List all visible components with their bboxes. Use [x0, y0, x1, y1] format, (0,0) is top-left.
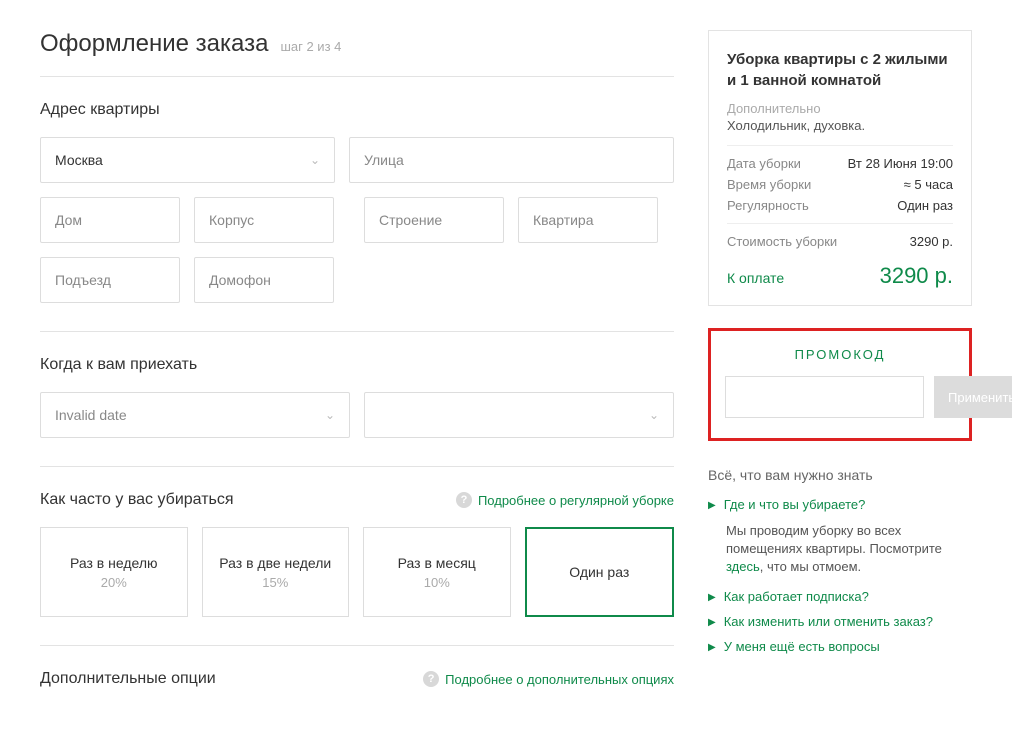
faq-q2[interactable]: Как работает подписка? — [724, 589, 869, 604]
help-icon: ? — [423, 671, 439, 687]
order-summary: Уборка квартиры с 2 жилыми и 1 ванной ко… — [708, 30, 972, 306]
caret-right-icon: ▶ — [708, 642, 716, 653]
summary-row-duration: Время уборки≈ 5 часа — [727, 177, 953, 192]
summary-row-cost: Стоимость уборки3290 р. — [727, 234, 953, 249]
faq-q4[interactable]: У меня ещё есть вопросы — [724, 639, 880, 654]
faq-title: Всё, что вам нужно знать — [708, 467, 972, 483]
summary-extra: Холодильник, духовка. — [727, 118, 953, 133]
street-input[interactable] — [349, 137, 674, 183]
divider — [40, 645, 674, 646]
freq-option-monthly[interactable]: Раз в месяц 10% — [363, 527, 511, 617]
chevron-down-icon: ⌄ — [649, 408, 659, 422]
extras-title: Дополнительные опции — [40, 670, 216, 688]
freq-option-biweekly[interactable]: Раз в две недели 15% — [202, 527, 350, 617]
stroenie-input[interactable] — [364, 197, 504, 243]
korpus-input[interactable] — [194, 197, 334, 243]
date-select[interactable]: Invalid date ⌄ — [40, 392, 350, 438]
time-select[interactable]: ⌄ — [364, 392, 674, 438]
summary-title: Уборка квартиры с 2 жилыми и 1 ванной ко… — [727, 49, 953, 91]
divider — [727, 223, 953, 224]
domofon-input[interactable] — [194, 257, 334, 303]
freq-help-link[interactable]: ? Подробнее о регулярной уборке — [456, 492, 674, 508]
faq-q3[interactable]: Как изменить или отменить заказ? — [724, 614, 933, 629]
summary-sub: Дополнительно — [727, 101, 953, 116]
divider — [40, 76, 674, 77]
summary-row-date: Дата уборкиВт 28 Июня 19:00 — [727, 156, 953, 171]
faq-q1[interactable]: Где и что вы убираете? — [724, 497, 866, 512]
promo-box: ПРОМОКОД Применить — [708, 328, 972, 441]
faq-a1: Мы проводим уборку во всех помещениях кв… — [726, 522, 972, 577]
podezd-input[interactable] — [40, 257, 180, 303]
faq-here-link[interactable]: здесь — [726, 559, 760, 574]
house-input[interactable] — [40, 197, 180, 243]
divider — [40, 466, 674, 467]
caret-right-icon: ▶ — [708, 592, 716, 603]
freq-title: Как часто у вас убираться — [40, 491, 234, 509]
divider — [40, 331, 674, 332]
city-value: Москва — [55, 152, 103, 168]
chevron-down-icon: ⌄ — [325, 408, 335, 422]
extras-help-link[interactable]: ? Подробнее о дополнительных опциях — [423, 671, 674, 687]
promo-title: ПРОМОКОД — [725, 347, 955, 362]
promo-input[interactable] — [725, 376, 924, 418]
divider — [727, 145, 953, 146]
promo-apply-button[interactable]: Применить — [934, 376, 1012, 418]
chevron-down-icon: ⌄ — [310, 153, 320, 167]
help-icon: ? — [456, 492, 472, 508]
freq-option-once[interactable]: Один раз — [525, 527, 675, 617]
caret-right-icon: ▶ — [708, 617, 716, 628]
summary-row-regularity: РегулярностьОдин раз — [727, 198, 953, 213]
when-title: Когда к вам приехать — [40, 356, 674, 374]
kvartira-input[interactable] — [518, 197, 658, 243]
caret-right-icon: ▶ — [708, 500, 716, 511]
date-value: Invalid date — [55, 407, 127, 423]
step-indicator: шаг 2 из 4 — [280, 39, 341, 54]
freq-option-weekly[interactable]: Раз в неделю 20% — [40, 527, 188, 617]
summary-row-pay: К оплате3290 р. — [727, 263, 953, 289]
address-title: Адрес квартиры — [40, 101, 674, 119]
city-select[interactable]: Москва ⌄ — [40, 137, 335, 183]
page-title: Оформление заказа — [40, 30, 268, 58]
